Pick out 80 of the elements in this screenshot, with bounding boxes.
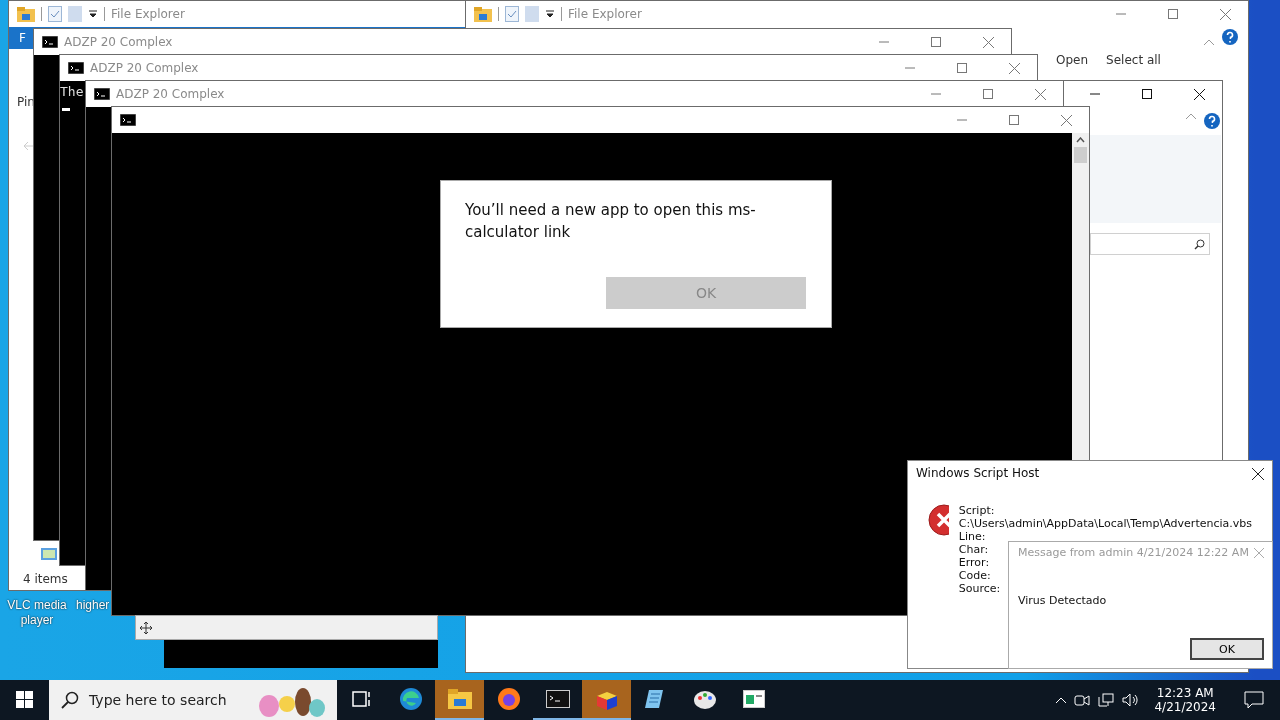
- field-value: C:\Users\admin\AppData\Local\Temp\Advertencia.vbs: [958, 517, 1252, 530]
- palette-icon: [692, 688, 717, 710]
- search-icon: [61, 691, 79, 709]
- field-label: Code:: [958, 569, 991, 582]
- notification-icon[interactable]: [1244, 691, 1264, 709]
- ribbon-tab[interactable]: F: [19, 31, 26, 45]
- task-view-icon: [351, 690, 372, 708]
- console-icon: [42, 36, 58, 48]
- close-icon: [1060, 114, 1072, 126]
- scroll-up-icon[interactable]: [1076, 137, 1085, 143]
- window-title: File Explorer: [111, 7, 185, 21]
- collapse-ribbon-icon[interactable]: [1186, 113, 1196, 119]
- console-icon: [94, 88, 110, 100]
- camera-icon[interactable]: [1074, 693, 1091, 707]
- volume-icon[interactable]: [1122, 693, 1139, 707]
- windows-logo-icon: [16, 690, 33, 708]
- maximize-icon: [1009, 115, 1019, 125]
- minimize-icon: [931, 93, 941, 95]
- field-label: Script:: [958, 504, 995, 517]
- close-icon[interactable]: [1252, 467, 1264, 480]
- folder-icon: [17, 6, 35, 22]
- maximize-icon: [1142, 89, 1152, 99]
- maximize-icon: [957, 63, 967, 73]
- minimize-icon: [905, 67, 915, 69]
- search-field[interactable]: [1090, 233, 1210, 255]
- close-icon: [1008, 62, 1020, 74]
- dialog-title: Windows Script Host: [916, 467, 1040, 480]
- clock-time: 12:23 AM: [1156, 686, 1214, 700]
- scroll-thumb[interactable]: [1074, 147, 1087, 163]
- help-icon[interactable]: [1204, 113, 1220, 129]
- dropdown-icon[interactable]: [88, 9, 98, 19]
- dropdown-icon[interactable]: [545, 9, 555, 19]
- window-title: ADZP 20 Complex: [116, 87, 225, 101]
- close-icon: [1219, 8, 1231, 20]
- move-icon[interactable]: [140, 621, 152, 634]
- search-placeholder: Type here to search: [89, 692, 227, 708]
- folder-icon: [474, 6, 492, 22]
- field-label: Error:: [958, 556, 990, 569]
- ok-button[interactable]: OK: [1190, 638, 1264, 660]
- window-title: File Explorer: [568, 7, 642, 21]
- status-text: 4 items: [23, 572, 68, 586]
- ribbon-item[interactable]: Open: [1056, 53, 1089, 67]
- ribbon-item[interactable]: Select all: [1106, 53, 1161, 67]
- taskbar-clock[interactable]: 12:23 AM 4/21/2024: [1146, 686, 1224, 714]
- maximize-icon: [1168, 9, 1178, 19]
- window-title: ADZP 20 Complex: [90, 61, 199, 75]
- close-icon: [1034, 88, 1046, 100]
- dialog-message: You’ll need a new app to open this ms-calculator link: [465, 200, 757, 243]
- console-icon: [120, 114, 136, 126]
- message-text: Virus Detectado: [1018, 594, 1108, 607]
- browser-icon: [496, 687, 521, 711]
- search-icon: [1194, 238, 1205, 250]
- help-icon[interactable]: [1222, 29, 1238, 45]
- browser-icon: [398, 687, 423, 711]
- field-label: Line:: [958, 530, 986, 543]
- minimize-icon: [957, 119, 967, 121]
- window-icon: [742, 690, 765, 708]
- picture-file-icon: [41, 548, 57, 560]
- window-title: ADZP 20 Complex: [64, 35, 173, 49]
- field-label: Char:: [958, 543, 989, 556]
- text-cursor: [62, 108, 70, 111]
- taskbar-search-field[interactable]: Type here to search: [49, 680, 337, 720]
- console-icon: [68, 62, 84, 74]
- minimize-icon: [879, 41, 889, 43]
- console-icon: [545, 690, 570, 708]
- chevron-up-icon[interactable]: [1056, 697, 1067, 703]
- minimize-icon: [1116, 13, 1126, 15]
- dialog-title: Message from admin 4/21/2024 12:22 AM: [1018, 546, 1249, 559]
- close-icon: [1193, 88, 1205, 100]
- clock-date: 4/21/2024: [1154, 700, 1216, 714]
- console-output: The: [60, 84, 84, 99]
- close-icon: [982, 36, 994, 48]
- network-icon[interactable]: [1098, 693, 1115, 707]
- maximize-icon: [931, 37, 941, 47]
- minimize-icon: [1090, 93, 1100, 95]
- error-icon: [928, 504, 949, 536]
- collapse-ribbon-icon[interactable]: [1204, 39, 1214, 45]
- folder-icon: [447, 689, 472, 709]
- maximize-icon: [983, 89, 993, 99]
- field-label: Source:: [958, 582, 1001, 595]
